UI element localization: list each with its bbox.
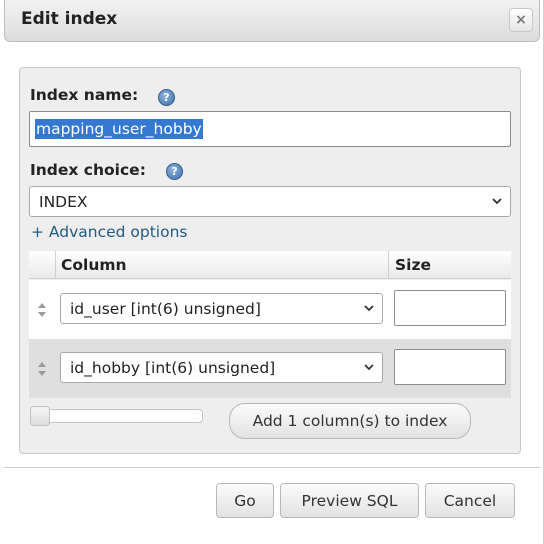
table-row: id_hobby [int(6) unsigned] — [29, 339, 511, 398]
preview-sql-button[interactable]: Preview SQL — [280, 483, 419, 518]
index-choice-select[interactable]: INDEX — [29, 186, 511, 217]
help-icon[interactable]: ? — [158, 89, 175, 106]
index-name-input[interactable]: mapping_user_hobby — [29, 111, 511, 147]
size-header[interactable]: Size — [395, 251, 431, 279]
index-name-value: mapping_user_hobby — [35, 119, 203, 139]
chevron-down-icon — [364, 304, 374, 311]
table-header: Column Size — [29, 251, 511, 279]
size-input[interactable] — [394, 349, 506, 385]
chevron-down-icon — [492, 197, 502, 204]
help-icon[interactable]: ? — [166, 163, 183, 180]
add-columns-button[interactable]: Add 1 column(s) to index — [229, 403, 471, 439]
drag-handle-icon[interactable] — [37, 361, 47, 377]
header-divider — [388, 251, 389, 279]
column-select[interactable]: id_hobby [int(6) unsigned] — [60, 352, 383, 383]
size-input[interactable] — [394, 290, 506, 326]
dialog-titlebar[interactable]: Edit index × — [4, 0, 540, 42]
close-icon[interactable]: × — [509, 8, 533, 32]
column-header[interactable]: Column — [61, 251, 127, 279]
column-select-value: id_hobby [int(6) unsigned] — [70, 358, 276, 377]
table-row: id_user [int(6) unsigned] — [29, 280, 511, 339]
chevron-down-icon — [364, 363, 374, 370]
column-select-value: id_user [int(6) unsigned] — [70, 299, 261, 318]
header-divider — [55, 251, 56, 279]
dialog-title: Edit index — [21, 9, 118, 29]
index-choice-label: Index choice: — [30, 161, 146, 179]
footer-separator — [4, 467, 540, 468]
go-button[interactable]: Go — [216, 483, 274, 518]
column-select[interactable]: id_user [int(6) unsigned] — [60, 293, 383, 324]
index-name-label: Index name: — [30, 86, 139, 104]
edit-index-dialog: Edit index × Index name: ? mapping_user_… — [0, 0, 544, 544]
advanced-options-link[interactable]: + Advanced options — [31, 223, 188, 241]
drag-handle-icon[interactable] — [37, 302, 47, 318]
index-choice-value: INDEX — [39, 192, 88, 211]
column-count-slider[interactable] — [31, 409, 203, 423]
close-symbol: × — [515, 12, 527, 28]
slider-handle[interactable] — [30, 406, 50, 426]
cancel-button[interactable]: Cancel — [425, 483, 515, 518]
help-symbol: ? — [171, 165, 178, 178]
columns-table: Column Size id_user [int(6) unsigned] id… — [29, 251, 511, 398]
help-symbol: ? — [163, 91, 170, 104]
